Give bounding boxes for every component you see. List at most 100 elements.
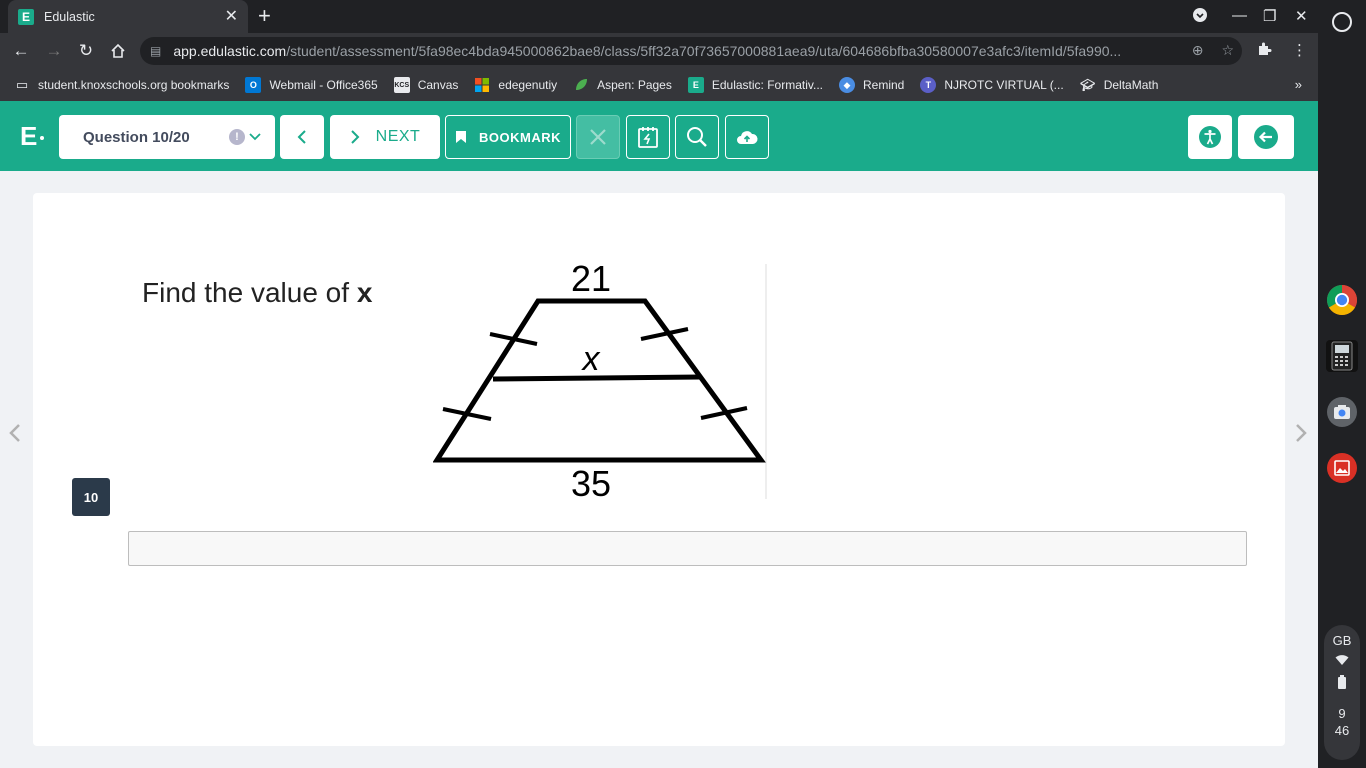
outlook-icon: O xyxy=(245,77,262,93)
reload-icon[interactable]: ↻ xyxy=(75,40,97,62)
chevron-right-icon xyxy=(350,130,360,144)
previous-button[interactable] xyxy=(280,115,324,159)
zoom-icon[interactable]: ⊕ xyxy=(1192,42,1204,59)
crossout-button[interactable] xyxy=(576,115,620,159)
browser-tab[interactable]: E Edulastic ✕ xyxy=(8,0,248,33)
exit-button[interactable] xyxy=(1238,115,1294,159)
edulastic-favicon-icon: E xyxy=(18,8,34,25)
calculator-app-icon[interactable] xyxy=(1326,340,1358,372)
assessment-body: Find the value of x 21 x 35 10 xyxy=(0,171,1318,768)
warning-icon: ! xyxy=(229,129,245,145)
bookmarks-overflow-icon[interactable]: » xyxy=(1295,77,1302,92)
question-selector-label: Question 10/20 xyxy=(83,128,190,146)
bookmark-label: Edulastic: Formativ... xyxy=(711,78,823,92)
os-shelf: GB 9 46 xyxy=(1318,0,1366,768)
edulastic-icon: E xyxy=(687,77,704,93)
battery-icon xyxy=(1337,675,1347,692)
address-bar[interactable]: ▤ app.edulastic.com /student/assessment/… xyxy=(140,37,1242,65)
question-card: Find the value of x 21 x 35 xyxy=(33,193,1285,746)
microsoft-icon xyxy=(474,77,490,93)
tab-search-icon[interactable] xyxy=(1192,7,1208,27)
browser-window: E Edulastic ✕ + — ❐ ✕ ← → ↻ ▤ app.edulas… xyxy=(0,0,1318,768)
keyboard-layout: GB xyxy=(1332,633,1352,648)
next-button-label: NEXT xyxy=(375,128,421,145)
clock-minute: 46 xyxy=(1334,723,1350,738)
bookmark-label: student.knoxschools.org bookmarks xyxy=(38,78,230,92)
midsegment-label: x xyxy=(581,340,601,378)
trapezoid-diagram: 21 x 35 xyxy=(432,258,766,504)
edulastic-logo: E xyxy=(20,121,45,152)
trapezoid-figure: 21 x 35 xyxy=(432,258,767,504)
bookmark-item[interactable]: E Edulastic: Formativ... xyxy=(687,77,823,93)
bookmark-item[interactable]: 🎓︎ DeltaMath xyxy=(1080,77,1159,93)
gallery-app-icon[interactable] xyxy=(1326,452,1358,484)
grad-cap-icon: 🎓︎ xyxy=(1080,78,1096,92)
bookmark-item[interactable]: T NJROTC VIRTUAL (... xyxy=(920,77,1064,93)
bookmark-star-icon[interactable]: ☆ xyxy=(1221,42,1234,59)
restore-icon[interactable]: ❐ xyxy=(1263,7,1276,25)
site-info-icon[interactable]: ▤ xyxy=(150,44,161,58)
chevron-down-icon xyxy=(249,130,261,144)
scratchpad-icon xyxy=(638,127,658,148)
bookmark-label: edegenutiy xyxy=(498,78,558,92)
browser-toolbar: ← → ↻ ▤ app.edulastic.com /student/asses… xyxy=(0,33,1318,69)
extensions-puzzle-icon[interactable] xyxy=(1256,41,1272,61)
bookmark-item[interactable]: ◆ Remind xyxy=(838,77,905,93)
url-host: app.edulastic.com xyxy=(173,43,287,59)
bookmark-label: Remind xyxy=(862,78,905,92)
next-button[interactable]: NEXT xyxy=(330,115,440,159)
prev-question-arrow-icon[interactable] xyxy=(8,423,22,449)
bookmark-label: NJROTC VIRTUAL (... xyxy=(944,78,1064,92)
scratchpad-button[interactable] xyxy=(626,115,670,159)
bottom-base-label: 35 xyxy=(571,463,611,499)
bookmark-label: Canvas xyxy=(417,78,459,92)
tab-strip: E Edulastic ✕ + — ❐ ✕ xyxy=(0,0,1318,33)
remind-icon: ◆ xyxy=(838,77,855,93)
new-tab-icon[interactable]: + xyxy=(258,5,271,27)
minimize-icon[interactable]: — xyxy=(1232,7,1247,24)
close-x-icon xyxy=(590,129,606,145)
bookmark-item[interactable]: Aspen: Pages xyxy=(573,77,672,93)
clock-hour: 9 xyxy=(1338,706,1346,721)
accessibility-button[interactable] xyxy=(1188,115,1232,159)
bookmark-button[interactable]: BOOKMARK xyxy=(445,115,571,159)
bookmarks-bar: ▭ student.knoxschools.org bookmarks O We… xyxy=(0,69,1318,101)
top-base-label: 21 xyxy=(571,264,611,299)
bookmark-ribbon-icon xyxy=(456,131,466,143)
launcher-icon[interactable] xyxy=(1332,12,1352,32)
folder-icon: ▭ xyxy=(15,77,29,92)
magnifier-button[interactable] xyxy=(675,115,719,159)
exit-arrow-icon xyxy=(1254,125,1278,149)
assessment-header: E Question 10/20 ! NEXT BOOKMARK xyxy=(0,101,1318,171)
window-close-icon[interactable]: ✕ xyxy=(1295,7,1308,25)
camera-app-icon[interactable] xyxy=(1326,396,1358,428)
question-prompt: Find the value of x xyxy=(142,277,372,309)
canvas-icon: KCS xyxy=(393,77,410,93)
answer-input[interactable] xyxy=(128,531,1247,566)
back-arrow-icon[interactable]: ← xyxy=(10,40,32,62)
bookmark-item[interactable]: KCS Canvas xyxy=(393,77,459,93)
question-number-badge: 10 xyxy=(72,478,110,516)
accessibility-icon xyxy=(1199,126,1221,148)
save-cloud-button[interactable] xyxy=(725,115,769,159)
search-icon xyxy=(687,127,707,147)
prompt-variable: x xyxy=(356,277,373,308)
tab-title: Edulastic xyxy=(44,9,95,24)
wifi-icon xyxy=(1335,654,1349,669)
teams-icon: T xyxy=(920,77,937,93)
bookmark-button-label: BOOKMARK xyxy=(479,129,561,145)
forward-arrow-icon[interactable]: → xyxy=(43,40,65,62)
chrome-app-icon[interactable] xyxy=(1326,284,1358,316)
cloud-upload-icon xyxy=(737,131,758,144)
bookmark-item[interactable]: ▭ student.knoxschools.org bookmarks xyxy=(14,77,230,93)
tab-close-icon[interactable]: ✕ xyxy=(225,8,238,25)
bookmark-label: Webmail - Office365 xyxy=(269,78,378,92)
status-tray[interactable]: GB 9 46 xyxy=(1324,625,1360,760)
bookmark-label: DeltaMath xyxy=(1103,78,1159,92)
chrome-menu-icon[interactable]: ⋮ xyxy=(1292,41,1307,59)
bookmark-item[interactable]: O Webmail - Office365 xyxy=(245,77,378,93)
home-icon[interactable] xyxy=(107,40,129,62)
next-question-arrow-icon[interactable] xyxy=(1294,423,1308,449)
bookmark-item[interactable]: edegenutiy xyxy=(474,77,557,93)
question-selector[interactable]: Question 10/20 ! xyxy=(59,115,275,159)
